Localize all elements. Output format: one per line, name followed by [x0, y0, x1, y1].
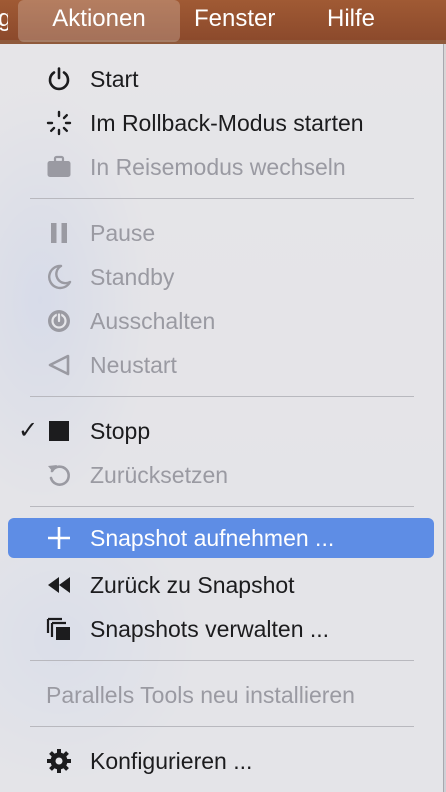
rewind-icon [48, 577, 70, 593]
menu-item-label: Zurücksetzen [90, 462, 229, 488]
menu-item-label: Start [90, 66, 139, 92]
briefcase-icon [47, 155, 71, 177]
menubar-item-partial[interactable]: g [0, 0, 8, 40]
plus-icon [48, 527, 70, 549]
menu-item-label: Neustart [90, 352, 177, 378]
menu-bar: g Aktionen Fenster Hilfe [0, 0, 446, 42]
menu-item-pause[interactable]: Pause [8, 213, 434, 253]
menu-item-label: Zurück zu Snapshot [90, 572, 295, 598]
menu-item-standby[interactable]: Standby [8, 257, 434, 297]
stop-icon [49, 421, 69, 441]
menu-item-label: Konfigurieren ... [90, 748, 253, 774]
menu-separator [30, 726, 414, 727]
menu-item-revert-snapshot[interactable]: Zurück zu Snapshot [8, 565, 434, 605]
menu-separator [30, 396, 414, 397]
triangle-left-icon [48, 354, 70, 376]
menu-item-take-snapshot[interactable]: Snapshot aufnehmen ... [8, 518, 434, 558]
menu-item-reset[interactable]: Zurücksetzen [8, 455, 434, 495]
moon-icon [48, 264, 72, 290]
menubar-item-hilfe[interactable]: Hilfe [327, 0, 375, 40]
menu-item-rollback-start[interactable]: Im Rollback-Modus starten [8, 103, 434, 143]
menu-item-manage-snapshots[interactable]: Snapshots verwalten ... [8, 609, 434, 649]
menu-separator [30, 506, 414, 507]
spinner-icon [46, 110, 72, 136]
menu-item-label: Im Rollback-Modus starten [90, 110, 364, 136]
menu-item-label: Ausschalten [90, 308, 216, 334]
menu-item-label: Stopp [90, 418, 151, 444]
gear-icon [47, 749, 71, 773]
menu-item-label: Standby [90, 264, 175, 290]
pause-icon [51, 223, 67, 243]
aktionen-menu: Start Im Rollback-Modus starten In Reise… [0, 44, 444, 792]
reset-icon [48, 465, 70, 486]
menu-item-label: In Reisemodus wechseln [90, 154, 346, 180]
menu-item-travel-mode[interactable]: In Reisemodus wechseln [8, 147, 434, 187]
power-icon [48, 67, 70, 91]
menu-separator [30, 660, 414, 661]
menu-item-label: Parallels Tools neu installieren [46, 682, 355, 708]
menu-item-start[interactable]: Start [8, 59, 434, 99]
shutdown-icon [48, 310, 70, 332]
menu-item-restart[interactable]: Neustart [8, 345, 434, 385]
menubar-item-fenster[interactable]: Fenster [194, 0, 275, 40]
menubar-item-aktionen[interactable]: Aktionen [18, 0, 180, 42]
menu-item-label: Pause [90, 220, 156, 246]
menu-item-shutdown[interactable]: Ausschalten [8, 301, 434, 341]
menu-item-label: Snapshots verwalten ... [90, 616, 330, 642]
menu-item-reinstall-tools[interactable]: Parallels Tools neu installieren [8, 675, 434, 715]
menu-separator [30, 198, 414, 199]
menu-item-stop[interactable]: ✓ Stopp [8, 411, 434, 451]
snapshots-icon [46, 617, 70, 640]
menu-item-label: Snapshot aufnehmen ... [90, 525, 335, 551]
checkmark-icon: ✓ [18, 417, 39, 444]
menu-item-configure[interactable]: Konfigurieren ... [8, 741, 434, 781]
